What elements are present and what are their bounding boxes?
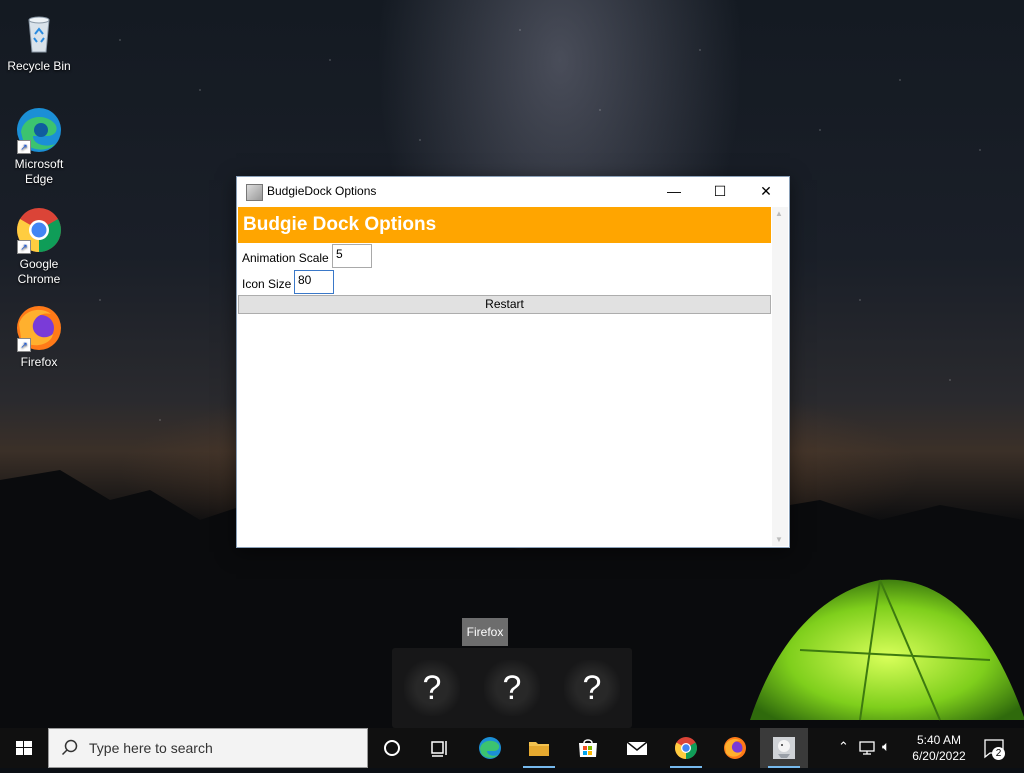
edge-icon: ↗ xyxy=(15,106,63,154)
budgie-dock: ? ? ? xyxy=(392,648,632,728)
taskbar-clock[interactable]: 5:40 AM 6/20/2022 xyxy=(900,732,978,764)
taskbar: Type here to search ⌃ 🔈︎ 5:40 AM 6/20/20… xyxy=(0,728,1024,768)
minimize-button[interactable]: — xyxy=(651,177,697,206)
wallpaper-tent xyxy=(750,579,1024,721)
scroll-up-arrow-icon[interactable]: ▲ xyxy=(775,209,783,218)
firefox-icon xyxy=(724,737,746,759)
dock-item-unknown-icon[interactable]: ? xyxy=(564,660,620,716)
notifications-button[interactable]: 2 xyxy=(982,736,1006,760)
app-icon xyxy=(246,184,263,201)
desktop-icon-label: Microsoft Edge xyxy=(14,157,64,186)
windows-logo-icon xyxy=(16,741,32,755)
icon-size-input[interactable]: 80 xyxy=(294,270,334,294)
shortcut-arrow-icon: ↗ xyxy=(17,338,31,352)
task-view-button[interactable] xyxy=(416,728,464,768)
dock-tooltip: Firefox xyxy=(462,618,508,646)
shortcut-arrow-icon: ↗ xyxy=(17,240,31,254)
notification-count-badge: 2 xyxy=(992,747,1005,760)
desktop-icon-label: Recycle Bin xyxy=(7,59,71,73)
desktop-icon-google-chrome[interactable]: ↗ Google Chrome xyxy=(0,206,78,287)
desktop-icon-recycle-bin[interactable]: Recycle Bin xyxy=(0,8,78,74)
search-icon xyxy=(61,739,78,756)
desktop-icon-label: Google Chrome xyxy=(17,257,61,286)
search-placeholder: Type here to search xyxy=(89,740,213,756)
recycle-bin-icon xyxy=(15,8,63,56)
desktop-icon-label: Firefox xyxy=(20,355,58,369)
taskbar-budgiedock[interactable] xyxy=(760,728,808,768)
restart-button[interactable]: Restart xyxy=(238,295,771,314)
volume-icon[interactable]: 🔈︎ xyxy=(882,738,890,755)
firefox-icon: ↗ xyxy=(15,304,63,352)
network-icon[interactable] xyxy=(858,740,876,756)
window-scrollbar[interactable]: ▲ ▼ xyxy=(772,207,788,546)
cortana-button[interactable] xyxy=(368,728,416,768)
maximize-button[interactable]: ☐ xyxy=(697,177,743,206)
dock-item-unknown-icon[interactable]: ? xyxy=(404,660,460,716)
dock-item-unknown-icon[interactable]: ? xyxy=(484,660,540,716)
chevron-up-icon[interactable]: ⌃ xyxy=(838,739,849,755)
clock-time: 5:40 AM xyxy=(916,733,962,747)
window-titlebar[interactable]: BudgieDock Options — ☐ ✕ xyxy=(237,177,789,206)
budgiedock-options-window: BudgieDock Options — ☐ ✕ Budgie Dock Opt… xyxy=(236,176,790,548)
task-view-icon xyxy=(431,741,447,757)
start-button[interactable] xyxy=(0,728,48,768)
taskbar-edge[interactable] xyxy=(466,728,514,768)
taskbar-firefox[interactable] xyxy=(711,728,759,768)
taskbar-chrome[interactable] xyxy=(662,728,710,768)
chrome-icon xyxy=(675,737,697,759)
close-button[interactable]: ✕ xyxy=(743,177,789,206)
system-tray: ⌃ 🔈︎ xyxy=(836,728,900,768)
taskbar-store[interactable] xyxy=(564,728,612,768)
file-explorer-icon xyxy=(529,742,549,756)
edge-icon xyxy=(479,737,501,759)
taskbar-mail[interactable] xyxy=(613,728,661,768)
window-title: BudgieDock Options xyxy=(267,184,377,198)
clock-date: 6/20/2022 xyxy=(912,749,966,763)
budgiedock-icon xyxy=(773,737,795,759)
taskbar-search[interactable]: Type here to search xyxy=(48,728,368,768)
chrome-icon: ↗ xyxy=(15,206,63,254)
mail-icon xyxy=(626,741,648,755)
scroll-down-arrow-icon[interactable]: ▼ xyxy=(775,535,783,544)
store-icon xyxy=(579,739,597,757)
cortana-icon xyxy=(384,740,400,756)
animation-scale-label: Animation Scale xyxy=(242,251,329,265)
desktop-icon-microsoft-edge[interactable]: ↗ Microsoft Edge xyxy=(0,106,78,187)
desktop-icon-firefox[interactable]: ↗ Firefox xyxy=(0,304,78,370)
animation-scale-input[interactable]: 5 xyxy=(332,244,372,268)
taskbar-file-explorer[interactable] xyxy=(515,728,563,768)
icon-size-label: Icon Size xyxy=(242,277,292,291)
shortcut-arrow-icon: ↗ xyxy=(17,140,31,154)
options-banner: Budgie Dock Options xyxy=(238,207,771,243)
